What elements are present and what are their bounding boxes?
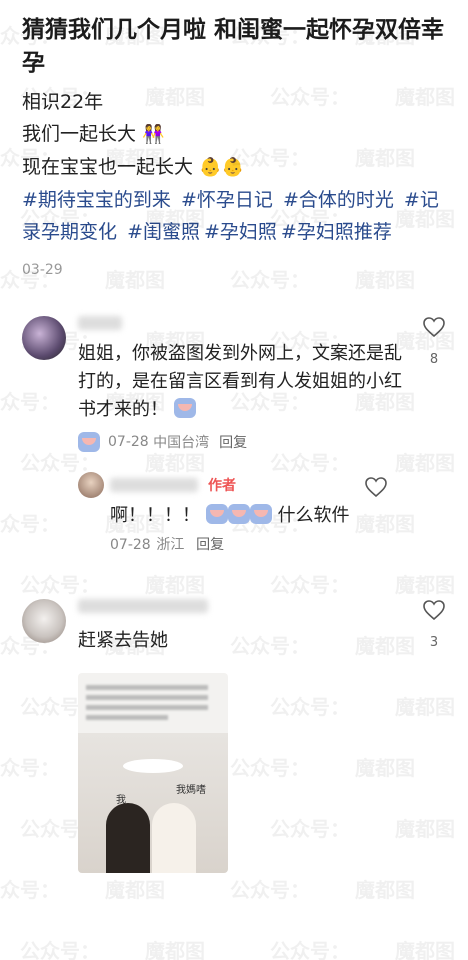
cry-sticker-icon (227, 504, 250, 524)
avatar[interactable] (22, 599, 66, 643)
reply-button[interactable]: 回复 (219, 432, 247, 452)
watermark-text: 公众号： (20, 939, 100, 960)
watermark-text: 魔都图 (145, 573, 205, 597)
post-line-2-text: 我们一起长大 (22, 123, 137, 145)
baby-emoji-icon: 👶👶 (199, 157, 244, 178)
watermark-text: 公众号： (270, 939, 350, 960)
post-title: 猜猜我们几个月啦 和闺蜜一起怀孕双倍幸孕 (22, 17, 445, 76)
blurred-text (86, 705, 208, 710)
watermark-text: 公众号： (20, 573, 100, 597)
blurred-text (86, 715, 168, 720)
cry-sticker-icon (78, 432, 100, 452)
reply-text-prefix: 啊！！！！ (110, 505, 200, 526)
username-blurred (110, 478, 198, 492)
reply-text: 啊！！！！ 什么软件 07-28 浙江 回复 (110, 502, 352, 559)
watermark-text: 公众号： (0, 878, 60, 902)
watermark-text: 魔都图 (355, 878, 415, 902)
comment-3: 赶紧去告她 3 我 我媽嗜 (0, 599, 468, 873)
like-button[interactable]: 3 (418, 599, 450, 650)
hashtag-list: #期待宝宝的到来 #怀孕日记 #合体的时光 #记录孕期变化 #闺蜜照 #孕妇照 #孕… (22, 184, 446, 248)
comment-region: 浙江 (156, 537, 185, 553)
hashtag[interactable]: #孕妇照 (204, 221, 277, 243)
person-shape (106, 803, 150, 873)
post-date: 03-29 (22, 262, 63, 278)
cry-sticker-icon (173, 398, 196, 418)
reply-button[interactable]: 回复 (196, 537, 224, 553)
reply-text-suffix: 什么软件 (277, 505, 350, 526)
heart-icon (423, 317, 445, 338)
like-count: 3 (429, 635, 439, 650)
comment-1: 姐姐，你被盗图发到外网上，文案还是乱打的，是在留言区看到有人发姐姐的小红书才来的… (0, 316, 468, 559)
username-blurred (78, 599, 208, 613)
author-reply: 作者 啊！！！！ 什么软件 07-28 浙江 回复 (0, 472, 410, 559)
like-count: 8 (429, 352, 439, 367)
blurred-text (86, 685, 208, 690)
post-line-3-text: 现在宝宝也一起长大 (22, 156, 194, 178)
heart-icon (365, 477, 387, 498)
cry-sticker-icon (205, 504, 228, 524)
watermark-text: 魔都图 (145, 939, 205, 960)
hashtag[interactable]: #合体的时光 (283, 189, 394, 211)
comment-meta: 07-28 中国台湾 回复 (78, 432, 410, 452)
author-badge: 作者 (208, 478, 236, 494)
girls-emoji-icon: 👭 (142, 124, 165, 145)
like-button[interactable] (360, 476, 392, 502)
person-shape (152, 803, 196, 873)
comment-region: 中国台湾 (153, 435, 210, 451)
lamp-shape (123, 759, 183, 773)
watermark-text: 公众号： (230, 878, 310, 902)
hashtag[interactable]: #期待宝宝的到来 (22, 189, 171, 211)
reply-header: 作者 (110, 472, 352, 498)
cry-sticker-icon (249, 504, 272, 524)
post: 猜猜我们几个月啦 和闺蜜一起怀孕双倍幸孕 相识22年 我们一起长大 👭 现在宝宝… (0, 0, 468, 278)
hashtag[interactable]: #怀孕日记 (181, 189, 273, 211)
post-line-3: 现在宝宝也一起长大 👶👶 (22, 151, 446, 184)
watermark-text: 魔都图 (395, 939, 455, 960)
post-line-1: 相识22年 (22, 86, 446, 118)
username-blurred (78, 316, 122, 330)
hashtag[interactable]: #孕妇照推荐 (281, 221, 392, 243)
comment-text-content: 姐姐，你被盗图发到外网上，文案还是乱打的，是在留言区看到有人发姐姐的小红书才来的… (78, 343, 402, 420)
post-line-1-text: 相识22年 (22, 91, 104, 113)
photo-label: 我媽嗜 (176, 785, 206, 796)
comment-image[interactable]: 我 我媽嗜 (78, 673, 228, 873)
comment-date: 07-28 (108, 434, 149, 450)
like-button[interactable]: 8 (418, 316, 450, 367)
avatar[interactable] (22, 316, 66, 360)
blurred-text (86, 695, 208, 700)
hashtag[interactable]: #闺蜜照 (127, 221, 200, 243)
comment-text: 姐姐，你被盗图发到外网上，文案还是乱打的，是在留言区看到有人发姐姐的小红书才来的… (78, 340, 410, 424)
post-line-2: 我们一起长大 👭 (22, 118, 446, 151)
comment-text: 赶紧去告她 (78, 630, 168, 651)
watermark-text: 公众号： (270, 573, 350, 597)
comment-date: 07-28 (110, 537, 151, 553)
photo: 我 我媽嗜 (78, 733, 228, 873)
watermark-text: 魔都图 (105, 878, 165, 902)
heart-icon (423, 600, 445, 621)
watermark-text: 魔都图 (395, 573, 455, 597)
avatar[interactable] (78, 472, 104, 498)
